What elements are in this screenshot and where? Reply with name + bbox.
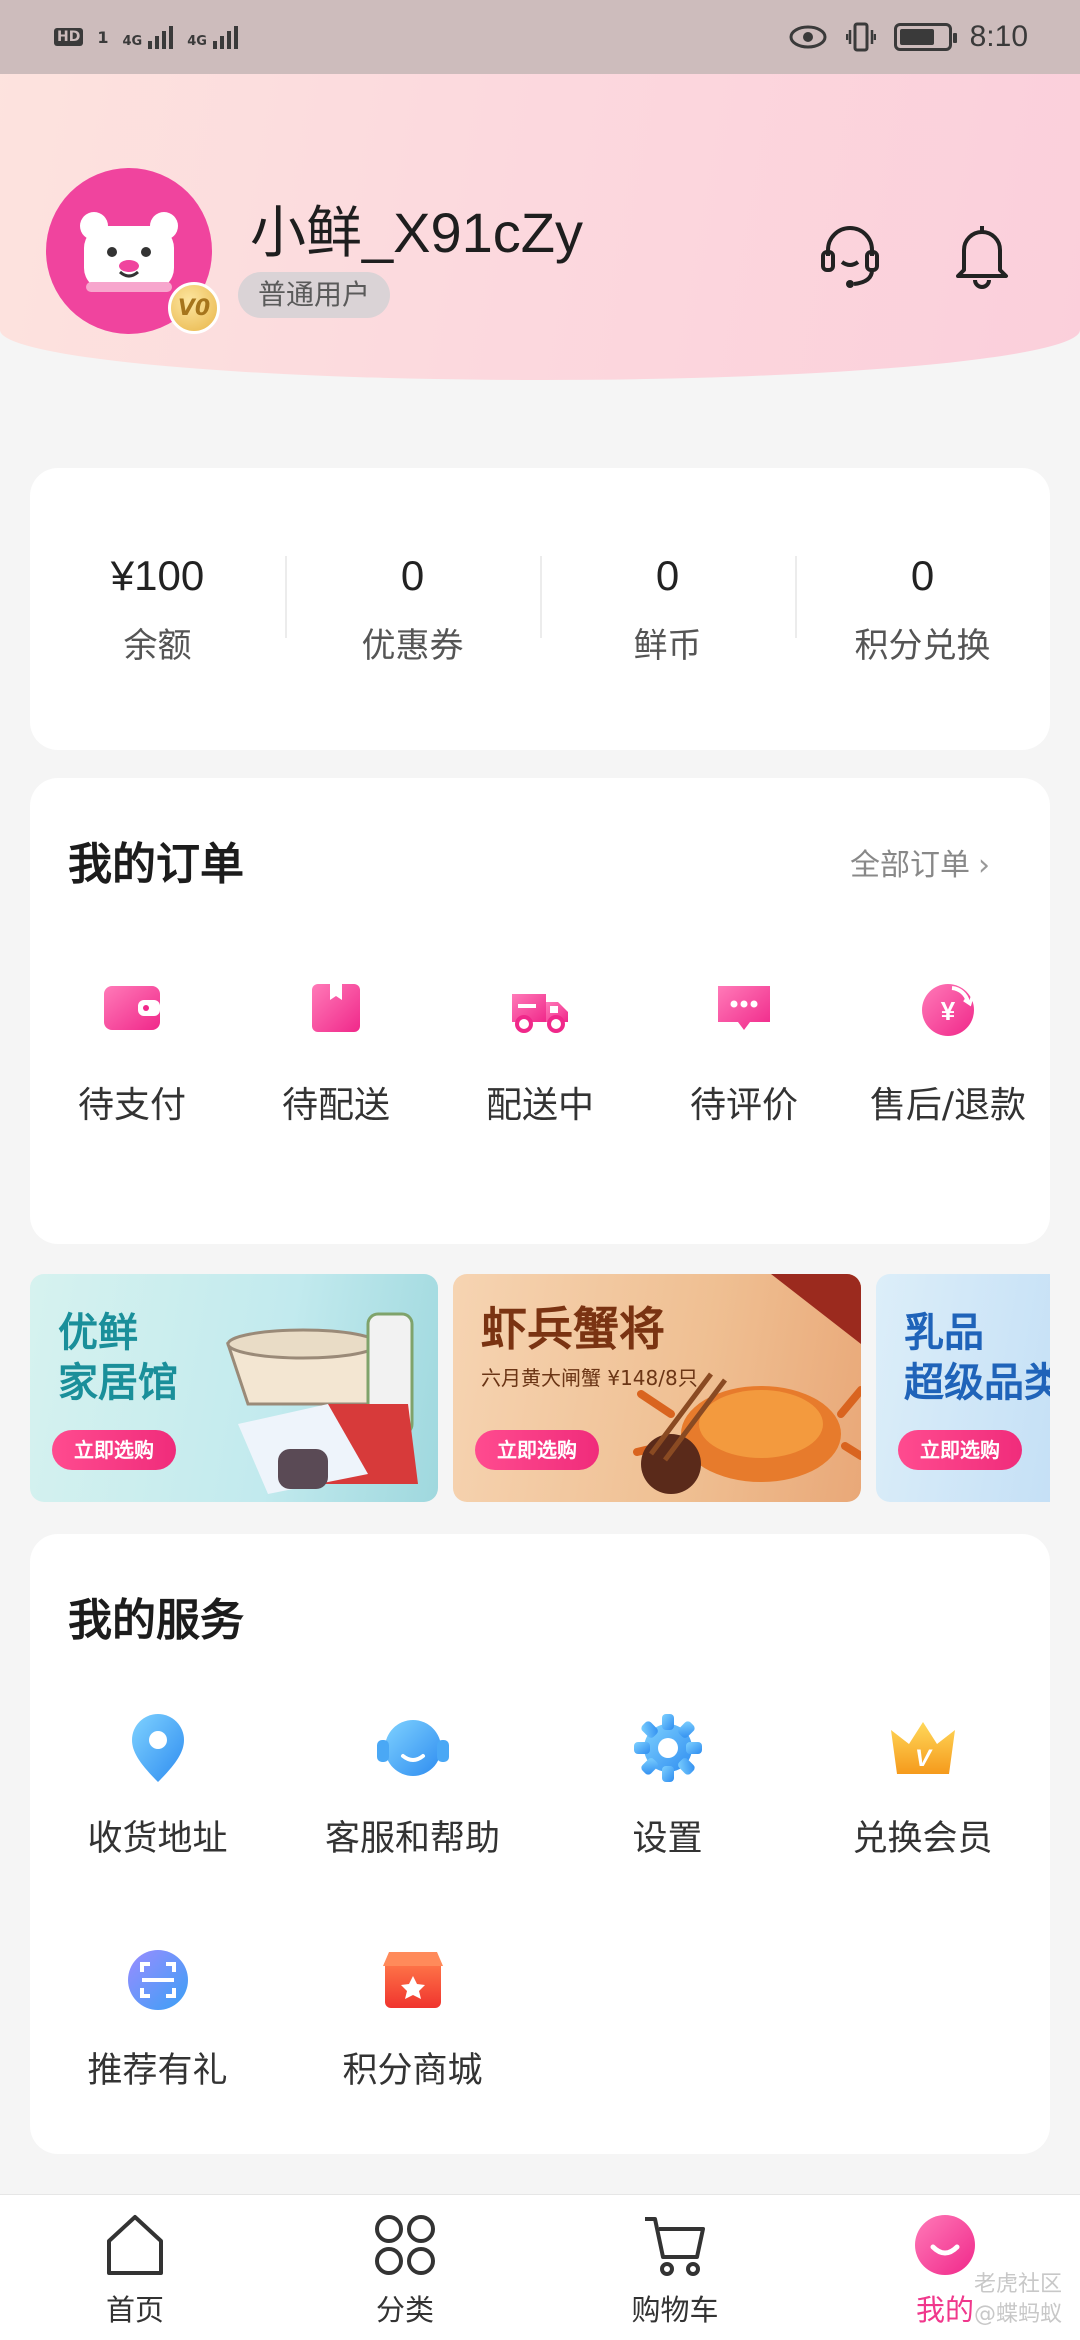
banner-dairy[interactable]: 乳品 超级品类 立即选购: [876, 1274, 1050, 1502]
headset-icon[interactable]: [818, 218, 882, 290]
my-orders-card: 我的订单 全部订单 › 待支付 待配送 配送中 待评价 ¥ 售后/退款: [30, 778, 1050, 1244]
bell-icon[interactable]: [950, 218, 1014, 290]
banner-product-image: [633, 1274, 861, 1494]
cart-icon: [645, 2217, 705, 2276]
customer-service-icon: [376, 1720, 449, 1776]
user-level-badge: 普通用户: [238, 272, 391, 318]
wallet-summary-card: ¥100 余额 0 优惠券 0 鲜币 0 积分兑换: [30, 468, 1050, 750]
all-orders-label: 全部订单: [850, 848, 970, 883]
balance-value: ¥100: [110, 551, 205, 599]
chevron-right-icon: ›: [978, 848, 990, 883]
points-label: 积分兑换: [854, 625, 991, 666]
order-pending-delivery[interactable]: 待配送: [243, 972, 429, 1128]
battery-icon: [893, 23, 957, 51]
watermark: 老虎社区 @蝶蚂蚁: [973, 2272, 1062, 2327]
vibrate-icon: [845, 22, 876, 52]
tab-home-label: 首页: [105, 2293, 164, 2327]
status-bar: HD 1 4G 4G 8:10: [0, 0, 1080, 74]
status-bar-left: HD 1 4G 4G: [54, 25, 238, 49]
tab-home[interactable]: 首页: [0, 2195, 270, 2340]
banner-product-image: [225, 1312, 418, 1494]
fresh-coin-label: 鲜币: [633, 625, 702, 666]
order-pending-review-label: 待评价: [689, 1085, 798, 1126]
order-in-delivery-label: 配送中: [485, 1085, 594, 1126]
banner-crab[interactable]: 虾兵蟹将 六月黄大闸蟹 ¥148/8只 立即选购: [453, 1274, 861, 1502]
settings-gear-icon: [633, 1714, 702, 1782]
tab-category-label: 分类: [375, 2293, 434, 2327]
coupon-label: 优惠券: [361, 625, 464, 666]
vip-level-badge: V0: [168, 282, 220, 334]
signal-strength-icon: 4G: [187, 25, 238, 49]
clock: 8:10: [969, 20, 1028, 53]
service-referral-reward[interactable]: 推荐有礼: [30, 1940, 285, 2093]
refund-icon: ¥: [922, 984, 974, 1036]
comment-icon: [718, 986, 770, 1030]
banner-shop-now-button[interactable]: 立即选购: [898, 1430, 1022, 1470]
service-customer-help[interactable]: 客服和帮助: [285, 1708, 540, 1861]
username: 小鲜_X91cZy: [250, 201, 583, 264]
wallet-icon: [104, 986, 160, 1030]
all-orders-link[interactable]: 全部订单 ›: [850, 840, 990, 884]
status-bar-right: 8:10: [788, 20, 1028, 54]
hd-indicator: HD: [54, 28, 84, 46]
points-value: 0: [910, 551, 935, 599]
service-redeem-membership[interactable]: V 兑换会员: [795, 1708, 1050, 1861]
fresh-coin-value: 0: [655, 551, 680, 599]
order-after-sales[interactable]: ¥ 售后/退款: [855, 972, 1041, 1128]
scan-icon: [127, 1950, 188, 2010]
fresh-coin-item[interactable]: 0 鲜币: [540, 552, 795, 667]
orders-title: 我的订单: [68, 839, 244, 890]
banner-title: 优鲜 家居馆: [58, 1310, 178, 1406]
sim-slot-label: 1: [97, 27, 109, 47]
services-title: 我的服务: [68, 1595, 244, 1646]
crown-icon: V: [890, 1722, 955, 1774]
service-settings-label: 设置: [632, 1819, 703, 1859]
service-customer-help-label: 客服和帮助: [324, 1819, 500, 1859]
order-after-sales-label: 售后/退款: [869, 1085, 1027, 1126]
points-exchange-item[interactable]: 0 积分兑换: [795, 552, 1050, 667]
order-pending-review[interactable]: 待评价: [651, 972, 837, 1128]
service-points-mall[interactable]: 积分商城: [285, 1940, 540, 2093]
order-status-row: 待支付 待配送 配送中 待评价 ¥ 售后/退款: [30, 972, 1050, 1128]
tab-category[interactable]: 分类: [270, 2195, 540, 2340]
eye-icon: [789, 25, 827, 49]
banner-home-goods[interactable]: 优鲜 家居馆 立即选购: [30, 1274, 438, 1502]
balance-label: 余额: [123, 625, 192, 666]
order-pending-delivery-label: 待配送: [281, 1085, 390, 1126]
service-redeem-membership-label: 兑换会员: [852, 1819, 993, 1859]
order-in-delivery[interactable]: 配送中: [447, 972, 633, 1128]
svg-text:V: V: [914, 1745, 932, 1772]
service-points-mall-label: 积分商城: [342, 2051, 483, 2091]
tab-cart[interactable]: 购物车: [540, 2195, 810, 2340]
signal-strength-icon: 4G: [122, 25, 174, 49]
service-address-label: 收货地址: [87, 1819, 228, 1859]
home-icon: [107, 2215, 163, 2275]
location-pin-icon: [131, 1714, 184, 1782]
profile-smile-icon: [915, 2215, 975, 2275]
delivery-truck-icon: [512, 994, 568, 1033]
banner-title: 乳品 超级品类: [904, 1310, 1050, 1406]
service-settings[interactable]: 设置: [540, 1708, 795, 1861]
tab-cart-label: 购物车: [631, 2293, 719, 2327]
grid-icon: [375, 2215, 435, 2275]
service-address[interactable]: 收货地址: [30, 1708, 285, 1861]
order-pending-payment-label: 待支付: [77, 1085, 186, 1126]
banner-shop-now-button[interactable]: 立即选购: [475, 1430, 599, 1470]
svg-text:¥: ¥: [941, 996, 956, 1026]
store-icon: [382, 1952, 443, 2008]
coupon-item[interactable]: 0 优惠券: [285, 552, 540, 667]
balance-item[interactable]: ¥100 余额: [30, 552, 285, 667]
bottom-navigation: 首页 分类 购物车 我的 老虎社区 @蝶蚂蚁: [0, 2194, 1080, 2340]
package-icon: [312, 984, 360, 1032]
coupon-value: 0: [400, 551, 425, 599]
banner-shop-now-button[interactable]: 立即选购: [52, 1430, 176, 1470]
service-referral-reward-label: 推荐有礼: [87, 2051, 228, 2091]
order-pending-payment[interactable]: 待支付: [39, 972, 225, 1128]
my-services-card: 我的服务 收货地址 客服和帮助 设置 V 兑换会员 推荐有礼 积分商城: [30, 1534, 1050, 2154]
